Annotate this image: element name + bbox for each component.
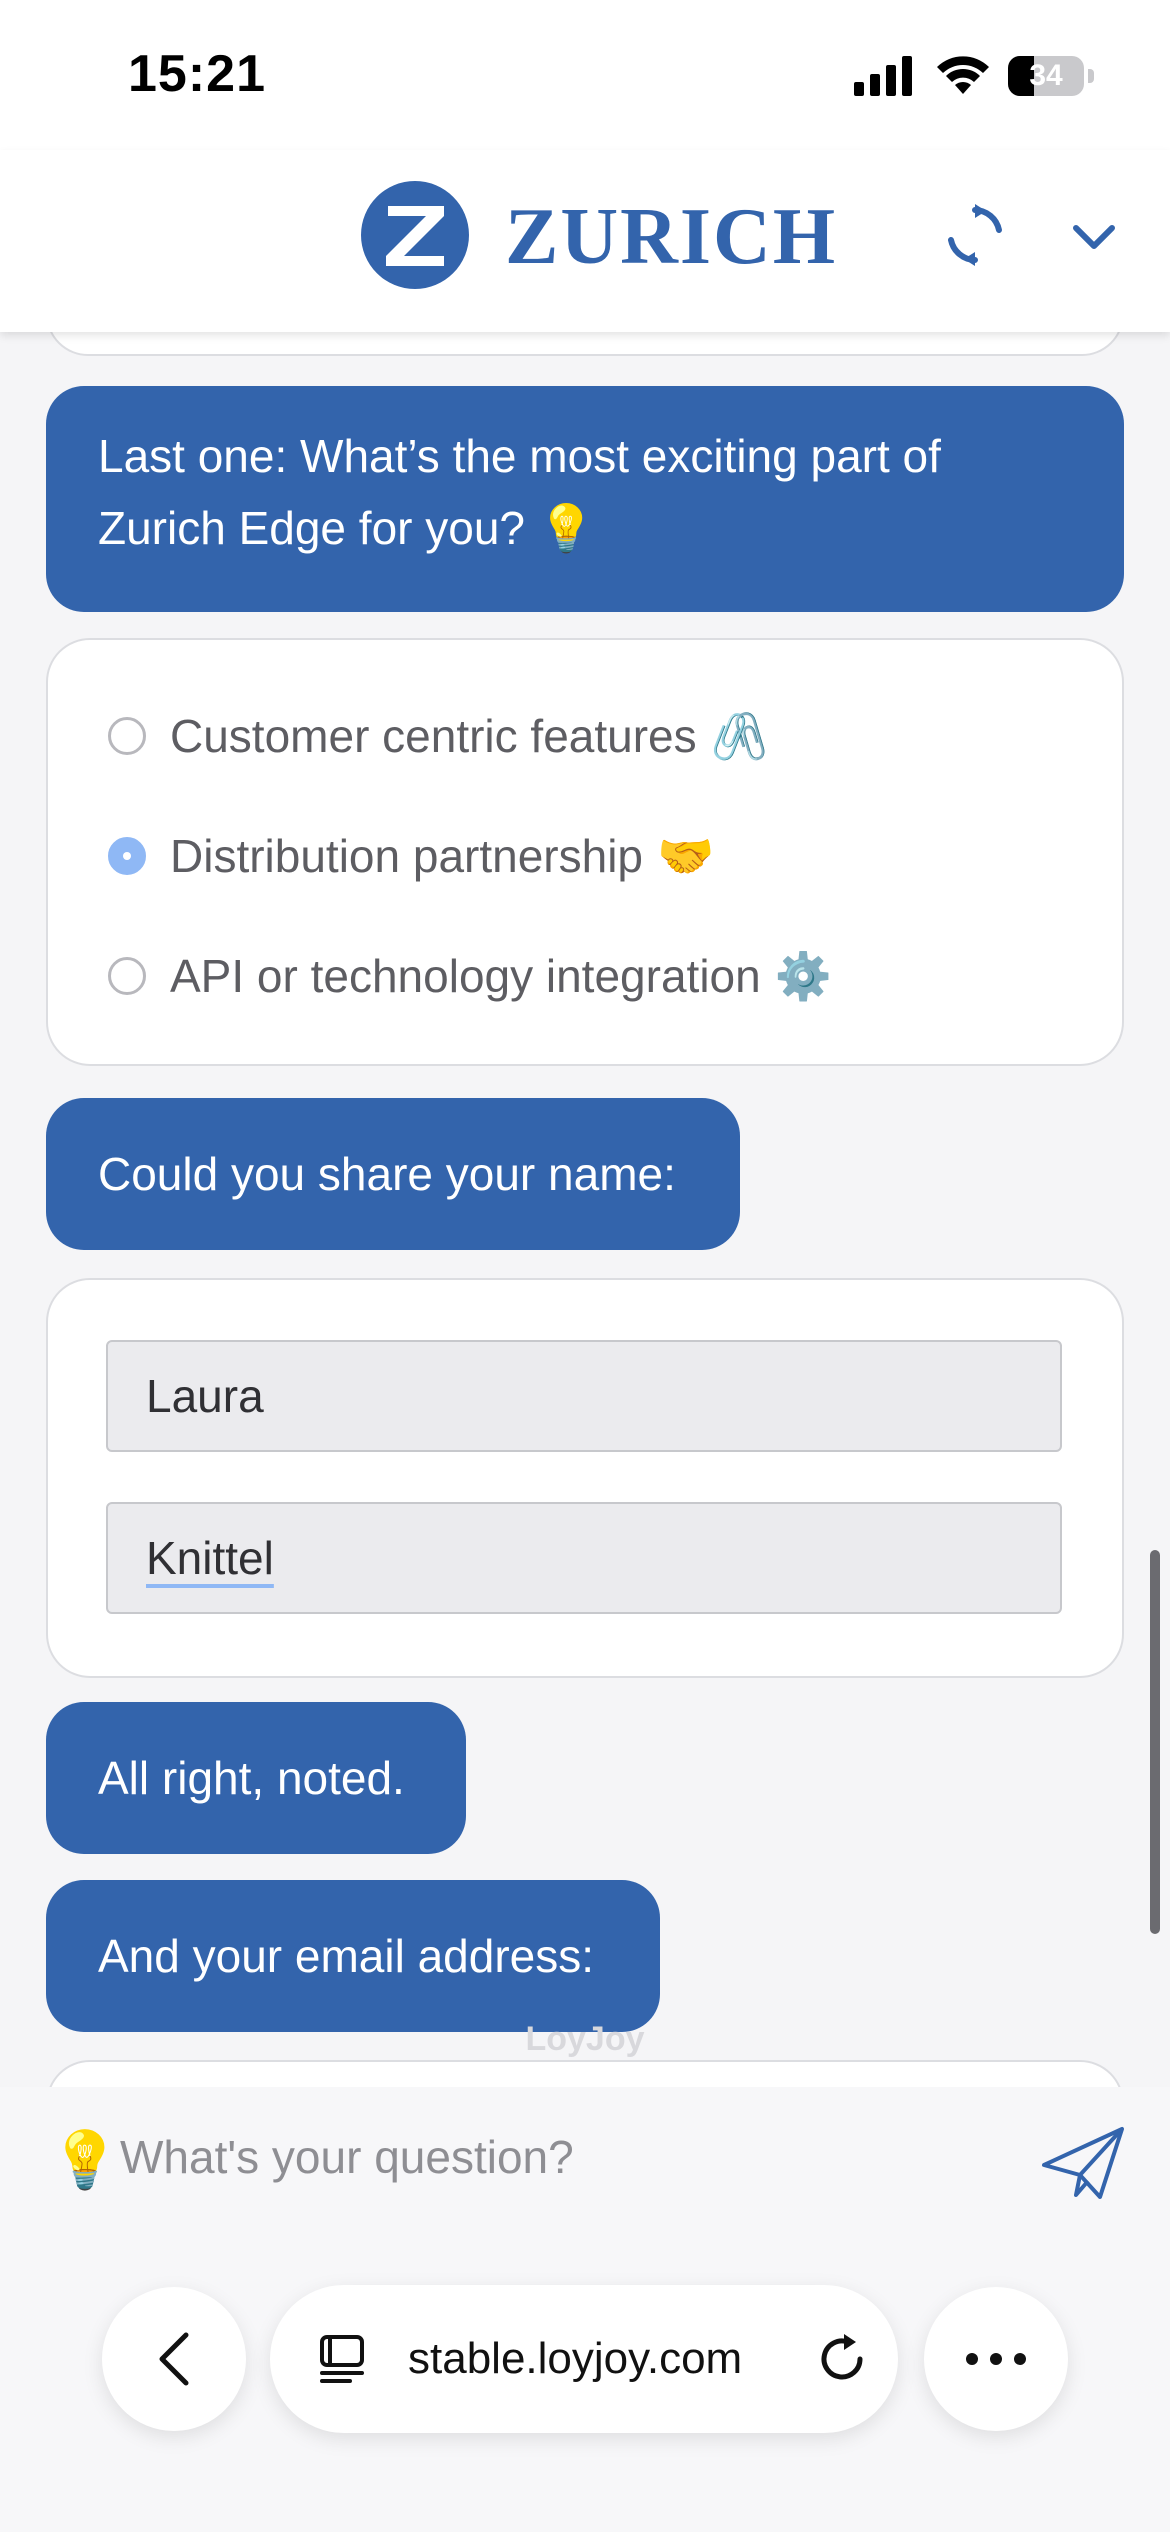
options-card: Customer centric features 🖇️ Distributio… [46,638,1124,1066]
back-button[interactable] [102,2287,246,2431]
refresh-icon[interactable] [942,202,1008,268]
app-header: ZURICH [0,150,1170,332]
radio-button[interactable] [108,717,146,755]
option-distribution-partnership[interactable]: Distribution partnership 🤝 [108,816,714,896]
gear-icon: ⚙️ [774,949,832,1002]
wifi-icon [937,56,989,94]
url-bar[interactable]: stable.loyjoy.com [270,2285,898,2433]
chevron-down-icon[interactable] [1070,212,1118,260]
battery-icon: 34 [1008,56,1094,96]
loyjoy-watermark: LoyJoy [525,2020,645,2058]
lightbulb-icon: 💡 [50,2128,120,2191]
option-label: Distribution partnership [170,830,644,882]
radio-button-selected[interactable] [108,837,146,875]
question-input-bar: 💡 [0,2087,1170,2227]
chat-area[interactable]: Last one: What’s the most exciting part … [0,332,1170,2087]
paperclip-icon: 🖇️ [710,709,768,762]
chevron-left-icon [159,2332,189,2386]
email-form-card [46,2060,1124,2087]
zurich-logo-icon [361,181,469,289]
ellipsis-icon [966,2353,1026,2365]
cellular-signal-icon [854,56,912,96]
option-api-integration[interactable]: API or technology integration ⚙️ [108,936,832,1016]
option-customer-centric[interactable]: Customer centric features 🖇️ [108,696,768,776]
url-text: stable.loyjoy.com [408,2334,743,2383]
question-input[interactable] [120,2115,1000,2199]
first-name-field[interactable]: Laura [106,1340,1062,1452]
brand-name: ZURICH [505,193,838,281]
battery-level: 34 [1029,59,1063,92]
message-text: And your email address: [98,1930,595,1982]
name-form-card: Laura Knittel [46,1278,1124,1678]
last-name-value: Knittel [146,1532,274,1584]
option-label: Customer centric features [170,710,697,762]
bot-message-bubble: Last one: What’s the most exciting part … [46,386,1124,612]
handshake-icon: 🤝 [657,829,715,882]
last-name-field[interactable]: Knittel [106,1502,1062,1614]
option-label: API or technology integration [170,950,761,1002]
status-bar: 15:21 34 [0,0,1170,150]
radio-button[interactable] [108,957,146,995]
message-text: All right, noted. [98,1752,405,1804]
message-text: Could you share your name: [98,1148,676,1200]
more-button[interactable] [924,2287,1068,2431]
tabs-icon[interactable] [316,2333,368,2385]
status-time: 15:21 [128,45,266,103]
browser-toolbar: stable.loyjoy.com [0,2227,1170,2532]
scrollbar[interactable] [1150,1550,1160,1934]
reload-icon[interactable] [814,2331,870,2387]
send-icon[interactable] [1040,2125,1126,2201]
bot-message-bubble: All right, noted. [46,1702,466,1854]
bot-message-bubble: And your email address: [46,1880,660,2032]
first-name-value: Laura [146,1370,264,1422]
message-text: Last one: What’s the most exciting part … [98,430,941,554]
previous-answer-card [46,332,1124,356]
bot-message-bubble: Could you share your name: [46,1098,740,1250]
